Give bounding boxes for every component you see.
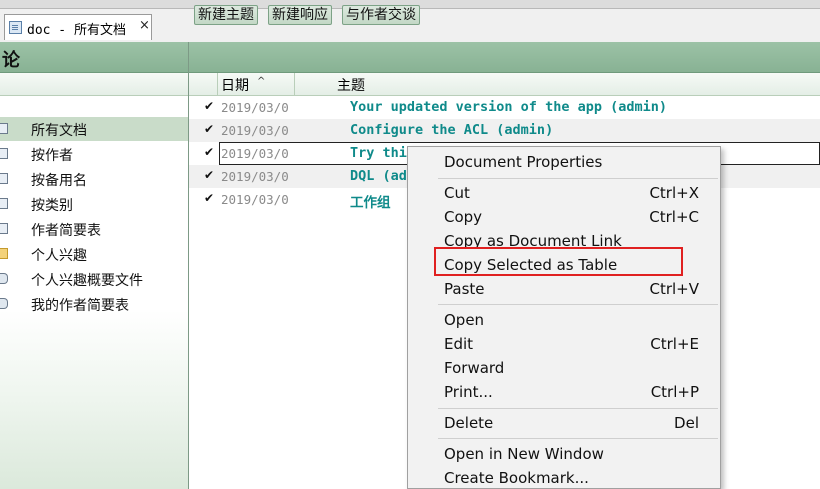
document-tab[interactable]: doc - 所有文档 × <box>4 14 152 40</box>
row-date: 2019/03/0 <box>221 100 289 115</box>
new-topic-button[interactable]: 新建主题 <box>194 5 258 25</box>
menu-item-document-properties[interactable]: Document Properties <box>444 153 602 171</box>
check-icon: ✔ <box>204 99 215 113</box>
row-date: 2019/03/0 <box>221 169 289 184</box>
nav-item-by-alt-name[interactable]: 按备用名 <box>0 167 188 191</box>
view-icon <box>0 223 8 234</box>
nav-item-all-documents[interactable]: 所有文档 <box>0 117 188 141</box>
context-menu: Document Properties Cut Ctrl+X Copy Ctrl… <box>407 146 721 489</box>
menu-shortcut-delete: Del <box>674 414 699 432</box>
person-icon <box>0 298 8 309</box>
navigator-header: 论 <box>0 42 188 73</box>
close-icon[interactable]: × <box>139 18 150 33</box>
nav-item-label: 作者简要表 <box>31 223 101 239</box>
row-date: 2019/03/0 <box>221 192 289 207</box>
document-icon <box>9 21 22 34</box>
navigator-title: 论 <box>2 50 20 71</box>
menu-item-open[interactable]: Open <box>444 311 484 329</box>
menu-separator <box>438 178 718 179</box>
row-subject: Your updated version of the app (admin) <box>350 99 667 115</box>
action-bar <box>189 42 820 73</box>
table-row[interactable]: ✔ 2019/03/0 Your updated version of the … <box>189 96 820 119</box>
nav-item-interest-profiles[interactable]: 个人兴趣概要文件 <box>0 267 188 291</box>
date-column-header[interactable]: 日期 <box>221 75 249 95</box>
menu-item-cut[interactable]: Cut <box>444 184 470 202</box>
menu-item-print[interactable]: Print... <box>444 383 493 401</box>
menu-shortcut-copy: Ctrl+C <box>649 208 699 226</box>
nav-item-label: 按类别 <box>31 198 73 214</box>
new-response-button[interactable]: 新建响应 <box>268 5 332 25</box>
column-header: 日期 ^ 主题 <box>189 73 820 96</box>
nav-item-interests[interactable]: 个人兴趣 <box>0 242 188 266</box>
person-icon <box>0 273 8 284</box>
subject-column-header[interactable]: 主题 <box>337 75 365 95</box>
view-icon <box>0 123 8 134</box>
check-icon: ✔ <box>204 168 215 182</box>
menu-shortcut-paste: Ctrl+V <box>649 280 699 298</box>
highlight-box <box>434 247 683 276</box>
nav-item-label: 按作者 <box>31 148 73 164</box>
menu-item-copy[interactable]: Copy <box>444 208 482 226</box>
menu-shortcut-print: Ctrl+P <box>650 383 699 401</box>
nav-item-label: 所有文档 <box>31 123 87 139</box>
menu-item-edit[interactable]: Edit <box>444 335 473 353</box>
nav-item-label: 个人兴趣 <box>31 248 87 264</box>
column-divider <box>294 73 295 95</box>
row-subject: Configure the ACL (admin) <box>350 122 554 138</box>
menu-item-forward[interactable]: Forward <box>444 359 504 377</box>
nav-item-author-profiles[interactable]: 作者简要表 <box>0 217 188 241</box>
menu-item-open-new-window[interactable]: Open in New Window <box>444 445 604 463</box>
navigator-subheader <box>0 73 188 96</box>
row-subject: DQL (ad <box>350 168 407 184</box>
row-subject: Try thi <box>350 145 407 161</box>
column-divider <box>217 73 218 95</box>
nav-item-my-author-profile[interactable]: 我的作者简要表 <box>0 292 188 316</box>
row-date: 2019/03/0 <box>221 123 289 138</box>
menu-shortcut-cut: Ctrl+X <box>649 184 699 202</box>
menu-item-delete[interactable]: Delete <box>444 414 493 432</box>
view-icon <box>0 148 8 159</box>
check-icon: ✔ <box>204 145 215 159</box>
menu-shortcut-edit: Ctrl+E <box>650 335 699 353</box>
menu-separator <box>438 408 718 409</box>
menu-item-paste[interactable]: Paste <box>444 280 485 298</box>
talk-to-author-button[interactable]: 与作者交谈 <box>342 5 420 25</box>
row-date: 2019/03/0 <box>221 146 289 161</box>
nav-item-label: 按备用名 <box>31 173 87 189</box>
row-subject: 工作组 <box>350 195 391 211</box>
menu-item-create-bookmark[interactable]: Create Bookmark... <box>444 469 589 487</box>
folder-icon <box>0 248 8 259</box>
sort-ascending-icon[interactable]: ^ <box>257 76 265 87</box>
tab-title: doc - 所有文档 <box>27 23 126 38</box>
nav-item-by-author[interactable]: 按作者 <box>0 142 188 166</box>
view-icon <box>0 173 8 184</box>
check-icon: ✔ <box>204 191 215 205</box>
nav-item-label: 个人兴趣概要文件 <box>31 273 143 289</box>
nav-item-by-category[interactable]: 按类别 <box>0 192 188 216</box>
view-icon <box>0 198 8 209</box>
check-icon: ✔ <box>204 122 215 136</box>
menu-separator <box>438 438 718 439</box>
nav-item-label: 我的作者简要表 <box>31 298 129 314</box>
table-row[interactable]: ✔ 2019/03/0 Configure the ACL (admin) <box>189 119 820 142</box>
menu-separator <box>438 304 718 305</box>
